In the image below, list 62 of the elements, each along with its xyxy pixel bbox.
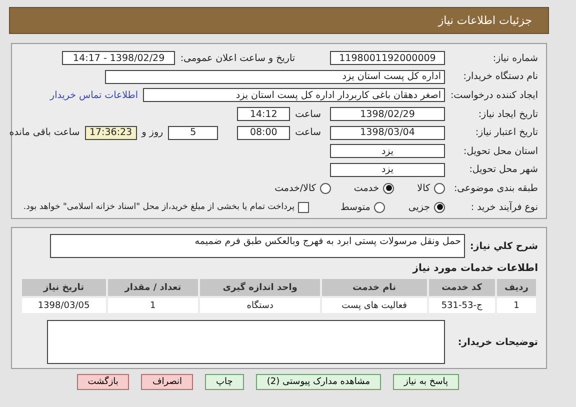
checkbox[interactable] bbox=[298, 202, 310, 213]
creator-field[interactable]: اصغر دهقان باغی کاربردار اداره کل پست استان یزد bbox=[143, 88, 445, 102]
radio-button[interactable] bbox=[374, 202, 386, 213]
column-header: ردیف bbox=[496, 278, 537, 298]
city-field[interactable]: یزد bbox=[330, 162, 445, 177]
table-cell: ج-53-531 bbox=[428, 297, 496, 314]
table-cell: 1398/03/05 bbox=[21, 297, 107, 314]
field-label: شهر محل تحویل: bbox=[468, 164, 538, 176]
radio-button[interactable] bbox=[434, 202, 445, 213]
action-button[interactable]: مشاهده مدارک پیوستی (2) bbox=[256, 374, 382, 390]
action-button[interactable]: پاسخ به نیاز bbox=[393, 374, 459, 390]
column-header: تاریخ نیاز bbox=[21, 278, 107, 298]
description-field[interactable]: حمل ونقل مرسولات پستی ابرد به فهرج وبالعکس طبق فرم ضمیمه bbox=[50, 234, 465, 258]
radio-button[interactable] bbox=[383, 182, 394, 194]
field-label: شماره نیاز: bbox=[492, 52, 538, 64]
field-label: ایجاد کننده درخواست: bbox=[450, 90, 538, 101]
buyer-contact-link[interactable]: اطلاعات تماس خریدار bbox=[50, 90, 138, 101]
radio-label: کالا/خدمت bbox=[274, 182, 316, 194]
table-cell: فعالیت های پست bbox=[320, 297, 428, 314]
notes-field[interactable] bbox=[46, 320, 445, 364]
page-header: جزئیات اطلاعات نیاز bbox=[9, 7, 549, 34]
table-cell: دستگاه bbox=[199, 297, 321, 314]
field-label: ساعت bbox=[295, 127, 321, 138]
buyer-field[interactable]: اداره کل پست استان یزد bbox=[105, 70, 445, 84]
section-title: اطلاعات خدمات مورد نیاز bbox=[411, 263, 538, 274]
need-number-field[interactable]: 1198001192000009 bbox=[330, 51, 445, 66]
field-label: شرح کلي نیاز: bbox=[470, 240, 538, 252]
field-label: نام دستگاه خریدار: bbox=[462, 71, 538, 82]
action-button[interactable]: چاپ bbox=[205, 374, 244, 390]
action-button[interactable]: بازگشت bbox=[76, 374, 130, 390]
field-label: تاریخ ایجاد نیاز: bbox=[477, 108, 538, 120]
date-field[interactable]: 1398/03/04 bbox=[330, 126, 445, 140]
radio-button[interactable] bbox=[434, 182, 445, 194]
table-cell: 1 bbox=[496, 297, 537, 314]
action-button[interactable]: انصراف bbox=[141, 374, 194, 390]
announce-date-field[interactable]: 1398/02/29 - 14:17 bbox=[62, 51, 176, 66]
column-header: کد خدمت bbox=[428, 278, 496, 298]
column-header: تعداد / مقدار bbox=[106, 278, 200, 298]
radio-button[interactable] bbox=[320, 182, 331, 194]
countdown-field: 17:36:23 bbox=[84, 126, 137, 140]
column-header: واحد اندازه گیری bbox=[199, 278, 321, 298]
field-label: ساعت bbox=[295, 108, 321, 120]
radio-label: متوسط bbox=[340, 202, 370, 213]
field-label: ساعت باقی مانده bbox=[9, 127, 80, 138]
table-cell: 1 bbox=[106, 297, 200, 314]
radio-label: خدمت bbox=[354, 182, 380, 194]
radio-label: جزیی bbox=[408, 202, 430, 213]
field-label: نوع فرآیند خرید : bbox=[470, 202, 538, 213]
column-header: نام خدمت bbox=[320, 278, 428, 298]
field-label: توضیحات خریدار: bbox=[458, 336, 538, 348]
field-label: تاریخ اعتبار نیاز: bbox=[474, 127, 538, 138]
field-label: تاریخ و ساعت اعلان عمومی: bbox=[180, 52, 295, 64]
days-field[interactable]: 5 bbox=[168, 126, 218, 140]
province-field[interactable]: یزد bbox=[330, 144, 445, 158]
field-label: استان محل تحویل: bbox=[462, 146, 538, 157]
time-field[interactable]: 14:12 bbox=[237, 107, 290, 122]
field-label: روز و bbox=[142, 127, 164, 138]
radio-label: کالا bbox=[417, 182, 430, 194]
time-field[interactable]: 08:00 bbox=[237, 126, 290, 140]
date-field[interactable]: 1398/02/29 bbox=[330, 107, 445, 122]
checkbox-label: پرداخت تمام یا بخشی از مبلغ خرید،از محل "اسناد خزانه اسلامی" خواهد بود. bbox=[23, 202, 294, 212]
field-label: طبقه بندی موضوعی: bbox=[452, 182, 538, 194]
